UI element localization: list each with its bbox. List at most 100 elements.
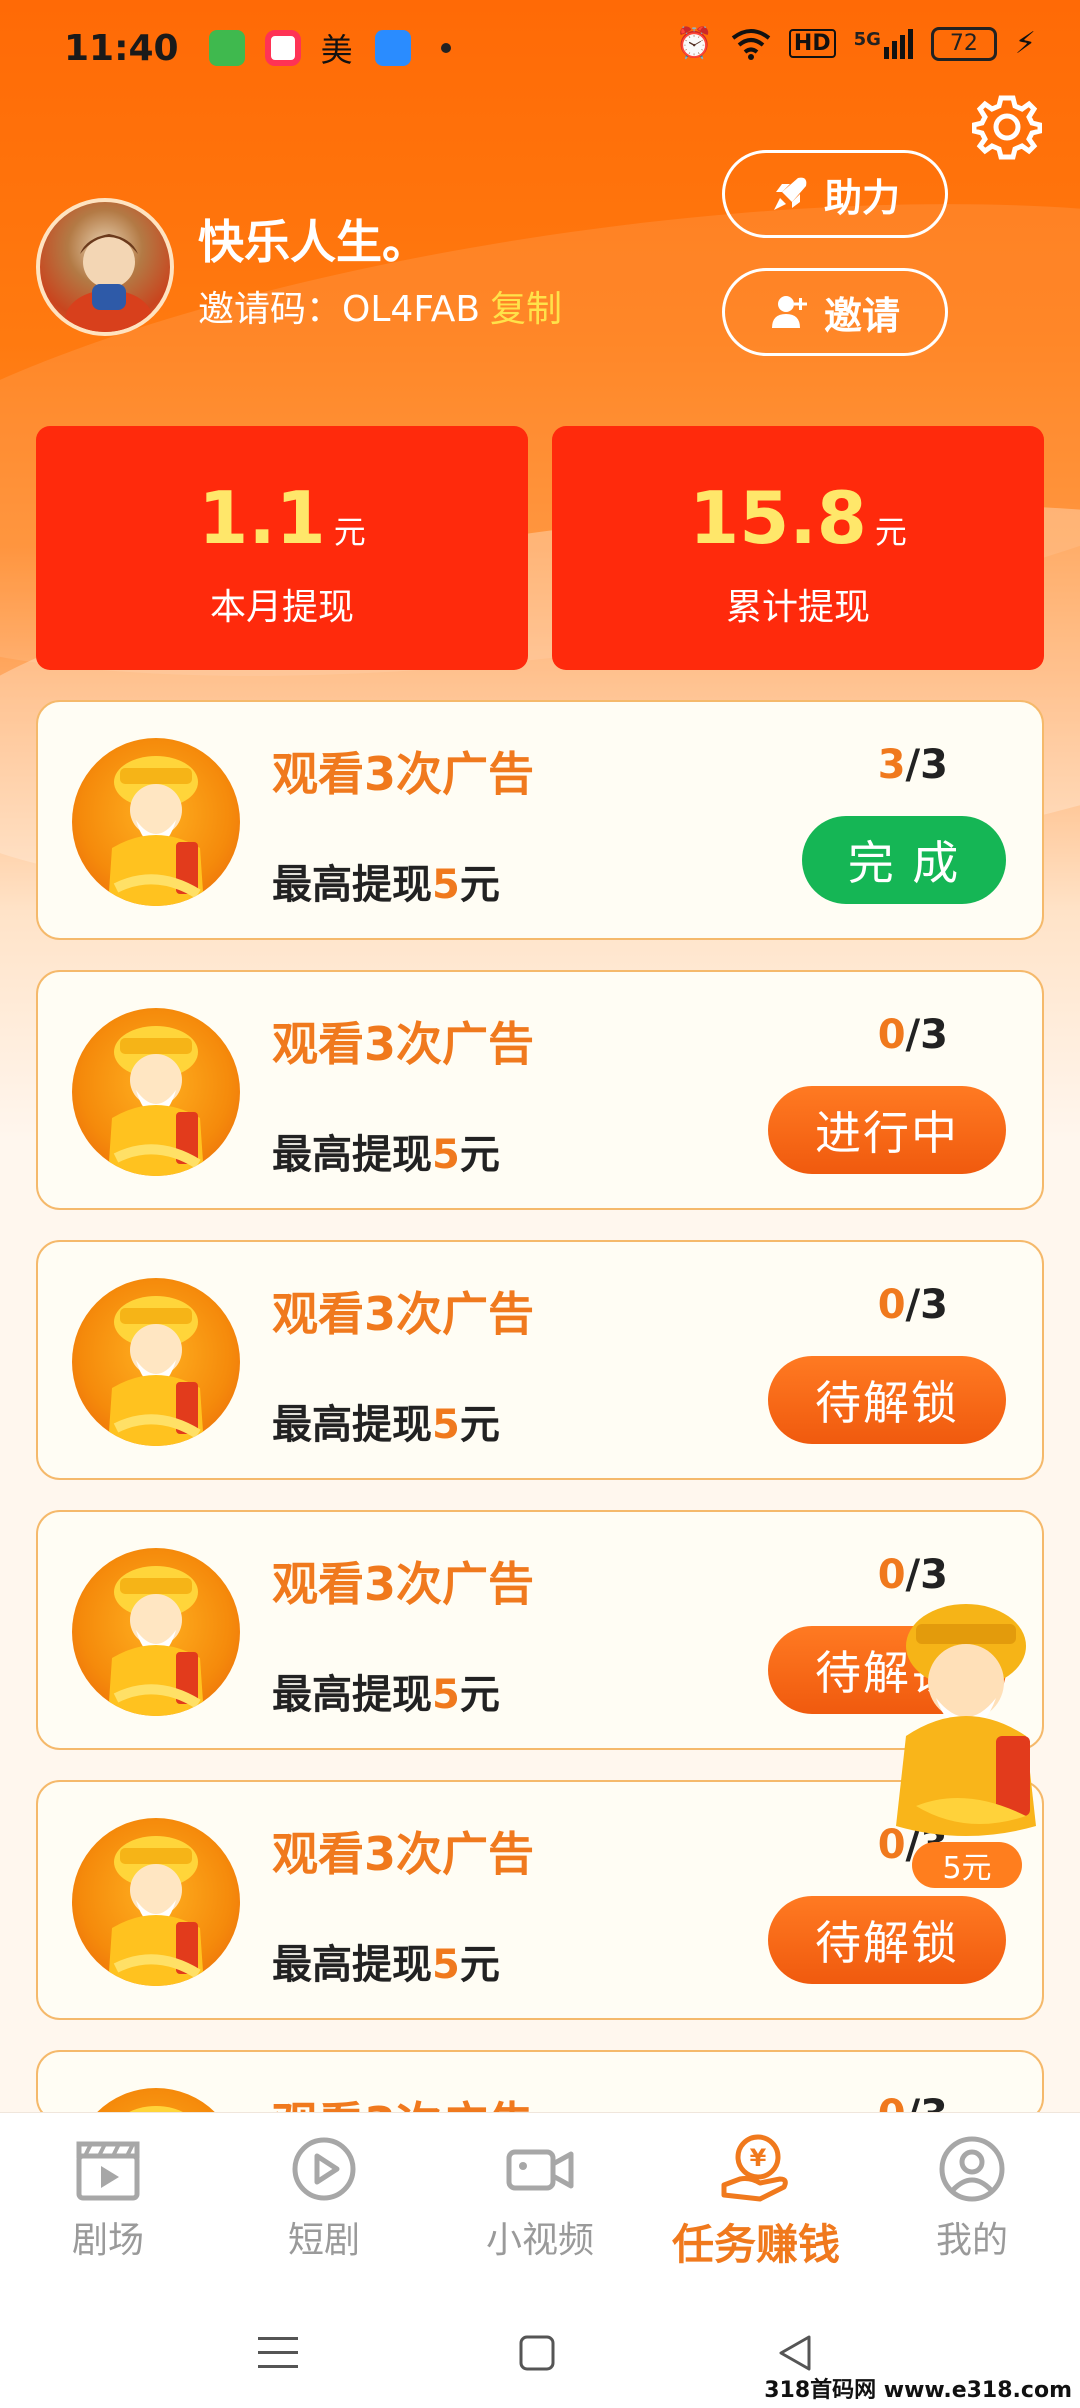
task-title: 观看3次广告 <box>272 1827 535 1881</box>
task-progress-total: /3 <box>905 1282 948 1328</box>
notification-more-dot <box>440 43 451 53</box>
god-of-wealth-icon <box>72 738 240 906</box>
floating-reward-widget[interactable] <box>876 1586 1056 1846</box>
task-reward-suffix: 元 <box>459 1672 500 1718</box>
task-reward-amount: 5 <box>432 1402 460 1448</box>
task-progress-total: /3 <box>905 1012 948 1058</box>
task-title: 观看3次广告 <box>272 747 535 801</box>
nav-item-task-earn[interactable]: ¥ 任务赚钱 <box>648 2113 864 2298</box>
notification-meituan-icon: 美 <box>320 31 353 69</box>
notification-app-icon <box>208 30 245 66</box>
gear-icon <box>972 95 1042 160</box>
task-complete-button[interactable]: 完 成 <box>802 816 1006 904</box>
back-triangle-icon <box>779 2335 811 2371</box>
nav-item-theater[interactable]: 剧场 <box>0 2113 216 2298</box>
status-bar: 11:40 美 ⏰ HD 5G 72 ⚡ <box>0 0 1080 96</box>
menu-button[interactable] <box>243 2318 313 2388</box>
nav-label-mine: 我的 <box>935 2220 1008 2261</box>
task-reward-amount: 5 <box>432 1132 460 1178</box>
god-of-wealth-icon <box>72 1548 240 1716</box>
notification-blue-app-icon <box>374 30 411 66</box>
task-locked-button[interactable]: 待解锁 <box>768 1896 1006 1984</box>
wifi-icon <box>731 28 771 60</box>
nav-item-small-video[interactable]: 小视频 <box>432 2113 648 2298</box>
task-reward-prefix: 最高提现 <box>272 862 432 908</box>
task-reward: 最高提现5元 <box>272 1122 500 1180</box>
task-title: 观看3次广告 <box>272 1017 535 1071</box>
hd-icon: HD <box>788 29 836 58</box>
invite-code-value: OL4FAB <box>342 289 481 330</box>
help-button[interactable]: 助力 <box>722 150 948 238</box>
invite-button[interactable]: 邀请 <box>722 268 948 356</box>
task-reward: 最高提现5元 <box>272 852 500 910</box>
god-of-wealth-icon <box>72 1818 240 1986</box>
help-button-label: 助力 <box>823 175 900 220</box>
task-card[interactable]: 观看3次广告 3/3 最高提现5元 完 成 <box>36 700 1044 940</box>
menu-icon <box>258 2337 298 2368</box>
notification-video-icon <box>264 30 301 66</box>
rocket-icon <box>773 177 807 210</box>
total-withdraw-card: 15.8 元 累计提现 <box>552 426 1044 670</box>
task-reward-prefix: 最高提现 <box>272 1672 432 1718</box>
nav-label-theater: 剧场 <box>71 2220 144 2261</box>
god-of-wealth-icon <box>72 1278 240 1446</box>
total-withdraw-label: 累计提现 <box>725 587 870 628</box>
invite-code-label: 邀请码： <box>198 289 343 330</box>
task-title: 观看3次广告 <box>272 1557 535 1611</box>
floating-reward-badge[interactable]: 5元 <box>912 1842 1022 1888</box>
user-circle-icon <box>939 2136 1005 2202</box>
total-withdraw-value: 15.8 <box>689 476 867 560</box>
task-card[interactable]: 观看3次广告 0/3 最高提现5元 进行中 <box>36 970 1044 1210</box>
month-withdraw-value: 1.1 <box>198 476 326 560</box>
copy-invite-code-link[interactable]: 复制 <box>490 289 562 330</box>
clapperboard-icon <box>76 2141 140 2201</box>
nav-item-mine[interactable]: 我的 <box>864 2113 1080 2298</box>
task-reward-prefix: 最高提现 <box>272 1402 432 1448</box>
video-camera-icon <box>506 2149 574 2191</box>
avatar[interactable] <box>36 198 174 336</box>
status-right: ⏰ HD 5G 72 ⚡ <box>676 26 1036 61</box>
task-locked-button[interactable]: 待解锁 <box>768 1356 1006 1444</box>
month-withdraw-unit: 元 <box>333 513 366 551</box>
god-of-wealth-icon <box>896 1604 1036 1836</box>
task-progress: 0/3 <box>878 1012 948 1058</box>
invite-code-line: 邀请码：OL4FAB 复制 <box>198 280 562 332</box>
task-reward-prefix: 最高提现 <box>272 1132 432 1178</box>
home-button[interactable] <box>502 2318 572 2388</box>
task-reward-suffix: 元 <box>459 1942 500 1988</box>
task-reward-amount: 5 <box>432 862 460 908</box>
system-nav-bar: 318首码网 www.e318.com <box>0 2298 1080 2408</box>
svg-text:¥: ¥ <box>750 2144 767 2172</box>
invite-button-label: 邀请 <box>823 293 900 338</box>
task-reward-suffix: 元 <box>459 1132 500 1178</box>
task-progress-current: 3 <box>877 742 906 788</box>
task-reward-amount: 5 <box>432 1942 460 1988</box>
charging-icon: ⚡ <box>1014 26 1036 61</box>
task-progress: 0/3 <box>878 1282 948 1328</box>
task-reward-suffix: 元 <box>459 862 500 908</box>
task-in-progress-button[interactable]: 进行中 <box>768 1086 1006 1174</box>
task-card[interactable]: 观看3次广告 0/3 最高提现5元 待解锁 <box>36 1240 1044 1480</box>
task-title: 观看3次广告 <box>272 1287 535 1341</box>
alarm-icon: ⏰ <box>675 26 713 61</box>
signal-icon: 5G <box>854 28 913 59</box>
status-time: 11:40 <box>64 27 179 69</box>
god-of-wealth-icon <box>72 1008 240 1176</box>
task-reward: 最高提现5元 <box>272 1392 500 1450</box>
task-progress-total: /3 <box>905 742 948 788</box>
month-withdraw-card: 1.1 元 本月提现 <box>36 426 528 670</box>
settings-button[interactable] <box>970 90 1044 164</box>
task-reward-suffix: 元 <box>459 1402 500 1448</box>
task-reward-amount: 5 <box>432 1672 460 1718</box>
total-withdraw-unit: 元 <box>874 513 907 551</box>
play-circle-icon <box>292 2137 356 2201</box>
bottom-nav: 剧场 短剧 小视频 ¥ 任务赚钱 我的 <box>0 2112 1080 2298</box>
task-progress: 3/3 <box>878 742 948 788</box>
task-reward: 最高提现5元 <box>272 1932 500 1990</box>
nav-label-task-earn: 任务赚钱 <box>671 2220 840 2269</box>
task-progress-current: 0 <box>877 1012 906 1058</box>
nav-item-short-drama[interactable]: 短剧 <box>216 2113 432 2298</box>
home-square-icon <box>519 2335 555 2371</box>
month-withdraw-label: 本月提现 <box>209 587 354 628</box>
money-hand-icon: ¥ <box>721 2134 788 2202</box>
